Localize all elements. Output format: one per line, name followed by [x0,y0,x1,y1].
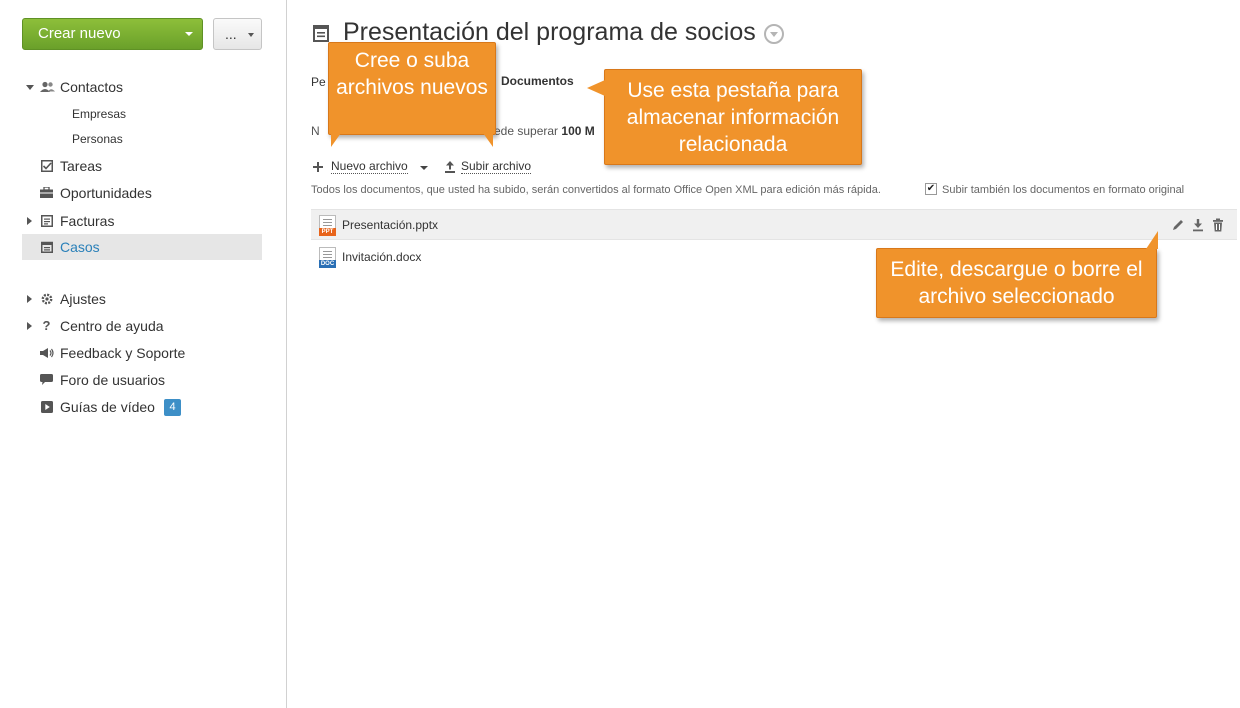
chevron-down-icon[interactable] [420,166,428,170]
sidebar-item-label: Oportunidades [60,185,152,201]
callout-pointer [331,133,341,147]
callout-tab-usage: Use esta pestaña para almacenar informac… [587,69,862,165]
people-icon [40,81,55,93]
sidebar-item-video-guides[interactable]: Guías de vídeo 4 [22,394,262,420]
speech-bubble-icon [40,374,53,386]
sidebar-item-label: Tareas [60,158,103,174]
sidebar-subitem-people[interactable]: Personas [72,132,123,146]
expand-triangle-icon[interactable] [27,217,32,225]
file-type-tag: PPT [319,228,336,236]
file-row-actions [1165,218,1225,237]
download-icon[interactable] [1191,218,1205,232]
plus-icon [313,162,323,172]
sidebar-item-label: Facturas [60,213,115,229]
trash-icon[interactable] [1211,218,1225,232]
sidebar-item-label: Ajustes [60,291,106,307]
storage-limit-text-right: ede superar [494,124,559,138]
video-count-badge: 4 [164,399,181,416]
new-file-button[interactable]: Nuevo archivo [331,159,408,174]
callout-pointer [483,133,493,147]
file-name[interactable]: Presentación.pptx [342,218,438,232]
file-row[interactable]: PPT Presentación.pptx [311,209,1237,240]
callout-text: Cree o suba archivos nuevos [336,49,488,99]
tab-documents[interactable]: Documentos [501,74,574,88]
sidebar-item-feedback-support[interactable]: Feedback y Soporte [22,340,262,366]
conversion-note: Todos los documentos, que usted ha subid… [311,184,881,196]
storage-limit-text-left: N [311,124,320,138]
sidebar-item-label: Casos [60,239,100,255]
chevron-down-icon [248,33,254,37]
more-options-button[interactable]: ... [213,18,262,50]
briefcase-icon [40,186,53,199]
create-new-label: Crear nuevo [38,25,121,42]
sidebar-subitem-companies[interactable]: Empresas [72,107,126,121]
create-new-button[interactable]: Crear nuevo [22,18,203,50]
sidebar-item-label: Feedback y Soporte [60,345,186,361]
more-options-label: ... [225,26,237,42]
storage-limit-value: 100 M [561,124,595,138]
sidebar-item-opportunities[interactable]: Oportunidades [22,180,262,206]
sidebar-item-tasks[interactable]: Tareas [22,153,262,179]
callout-create-upload: Cree o suba archivos nuevos [328,42,496,147]
callout-pointer [1146,231,1158,249]
callout-pointer [587,80,605,96]
file-name[interactable]: Invitación.docx [342,250,421,264]
invoice-icon [40,215,53,227]
collapse-triangle-icon[interactable] [26,85,34,90]
upload-original-checkbox[interactable]: ✔ [925,183,937,195]
sidebar-item-help-center[interactable]: ? Centro de ayuda [22,313,262,339]
sidebar-item-cases[interactable]: Casos [22,234,262,260]
callout-text: Edite, descargue o borre el archivo sele… [890,258,1143,308]
case-icon [40,241,53,253]
sidebar-item-settings[interactable]: Ajustes [22,286,262,312]
upload-file-button[interactable]: Subir archivo [461,159,532,174]
tab-partial[interactable]: Pe [311,75,326,89]
pencil-icon[interactable] [1171,218,1185,232]
document-file-icon: DOC [319,247,336,268]
presentation-file-icon: PPT [319,215,336,236]
case-document-icon [313,24,329,42]
expand-triangle-icon[interactable] [27,295,32,303]
sidebar-item-label: Foro de usuarios [60,372,166,388]
sidebar-item-label: Contactos [60,79,124,95]
chevron-down-icon [185,32,193,36]
sidebar-item-contacts[interactable]: Contactos [22,74,262,100]
new-file-label: Nuevo archivo [331,159,408,174]
megaphone-icon [40,347,54,359]
upload-file-label: Subir archivo [461,159,532,174]
sidebar-item-label: Guías de vídeo [60,399,155,415]
sidebar-item-invoices[interactable]: Facturas [22,208,262,234]
title-dropdown-toggle[interactable] [764,24,784,44]
file-type-tag: DOC [319,260,336,268]
callout-edit-download-delete: Edite, descargue o borre el archivo sele… [876,231,1158,318]
expand-triangle-icon[interactable] [27,322,32,330]
sidebar-item-user-forum[interactable]: Foro de usuarios [22,367,262,393]
play-icon [40,401,53,413]
callout-text: Use esta pestaña para almacenar informac… [626,79,840,156]
upload-original-label: Subir también los documentos en formato … [942,184,1185,196]
sidebar-item-label: Centro de ayuda [60,318,164,334]
storage-limit-text: ede superar 100 M [494,124,595,138]
upload-icon [445,160,455,173]
gear-icon [40,293,53,305]
checkbox-icon [40,160,53,172]
question-mark-icon: ? [42,318,51,333]
sidebar: Crear nuevo ... Contactos Empresas Perso… [0,0,287,708]
